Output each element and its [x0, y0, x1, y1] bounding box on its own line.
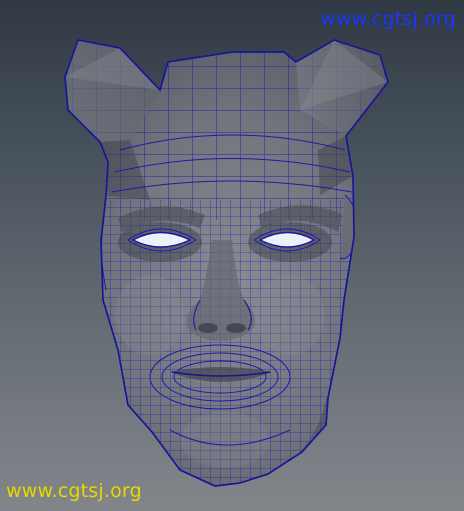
watermark-bottom: www.cgtsj.org — [6, 480, 142, 502]
head-mesh-svg — [64, 39, 389, 487]
maya-viewport[interactable]: www.cgtsj.org www.cgtsj.org — [0, 0, 464, 511]
watermark-top: www.cgtsj.org — [320, 8, 456, 30]
head-wireframe — [65, 40, 388, 486]
